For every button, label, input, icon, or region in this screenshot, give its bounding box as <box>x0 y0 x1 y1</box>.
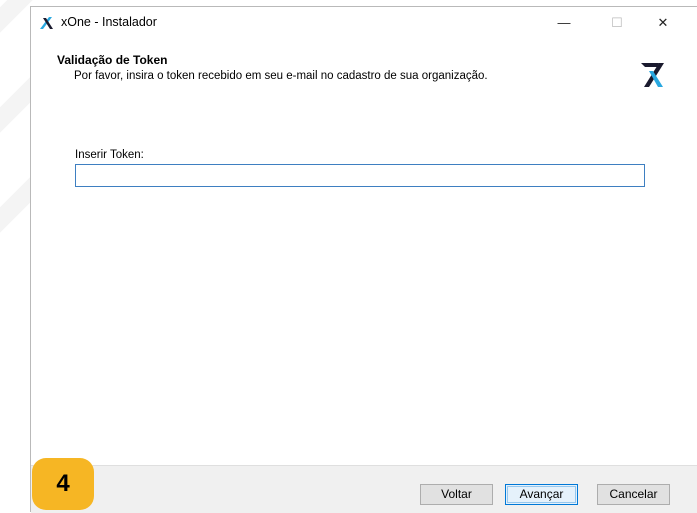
page-subtitle: Por favor, insira o token recebido em se… <box>74 70 488 82</box>
close-button[interactable]: ✕ <box>640 7 686 39</box>
xone-app-icon <box>40 17 53 29</box>
maximize-button[interactable]: ☐ <box>594 7 640 39</box>
step-badge: 4 <box>32 458 94 510</box>
token-label: Inserir Token: <box>75 149 144 161</box>
cancel-button[interactable]: Cancelar <box>597 484 670 505</box>
xone-logo-icon <box>641 63 664 87</box>
minimize-button[interactable]: — <box>541 7 587 39</box>
window-title: xOne - Instalador <box>61 15 157 29</box>
page-title: Validação de Token <box>57 53 168 67</box>
title-bar[interactable]: xOne - Instalador — ☐ ✕ <box>31 7 697 39</box>
wizard-footer: Voltar Avançar Cancelar <box>31 465 697 513</box>
wizard-header: Validação de Token Por favor, insira o t… <box>31 39 697 97</box>
back-button[interactable]: Voltar <box>420 484 493 505</box>
installer-window: xOne - Instalador — ☐ ✕ Validação de Tok… <box>30 6 697 513</box>
next-button[interactable]: Avançar <box>505 484 578 505</box>
token-input[interactable] <box>75 164 645 187</box>
